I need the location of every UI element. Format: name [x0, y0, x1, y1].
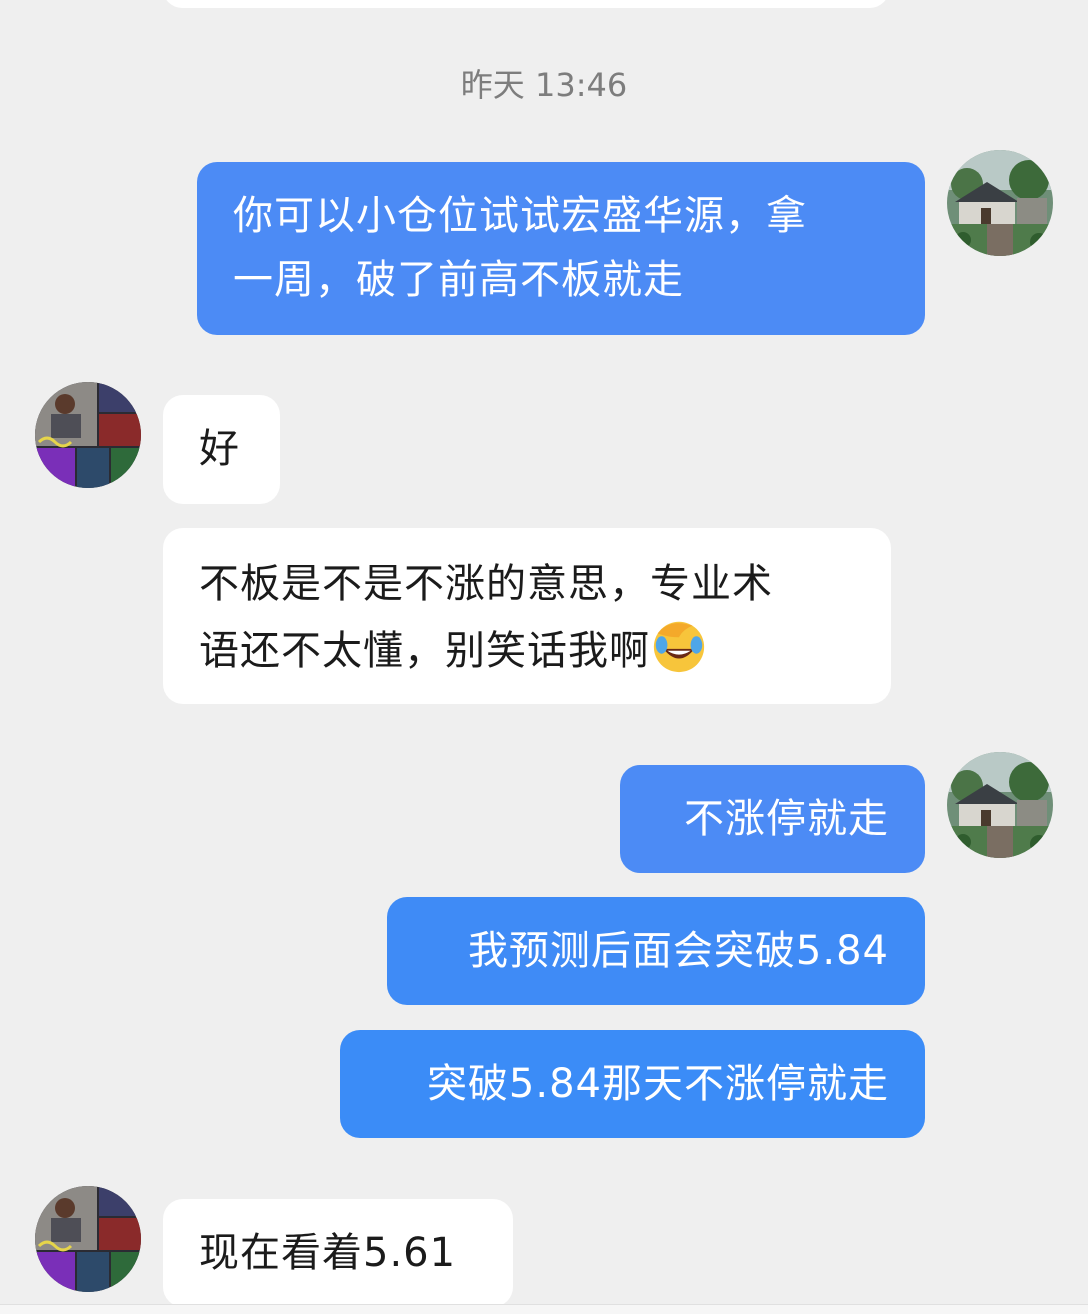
- message-text-line: 语还不太懂，别笑话我啊: [199, 628, 650, 674]
- message-text: 好: [199, 426, 240, 472]
- self-avatar[interactable]: [947, 752, 1053, 858]
- message-bubble-outgoing[interactable]: 不涨停就走: [620, 765, 925, 873]
- message-text-line: 不板是不是不涨的意思，专业术: [199, 561, 773, 607]
- message-timestamp: 昨天 13:46: [460, 66, 628, 104]
- message-bubble-incoming[interactable]: 好: [163, 395, 280, 504]
- face-palm-laughing-emoji-icon: [653, 621, 705, 673]
- message-text-line: 你可以小仓位试试宏盛华源，拿: [233, 193, 807, 239]
- previous-message-bubble[interactable]: [163, 0, 889, 8]
- message-bubble-incoming[interactable]: 不板是不是不涨的意思，专业术 语还不太懂，别笑话我啊: [163, 528, 891, 704]
- landscape-village-avatar-icon: [947, 752, 1053, 858]
- message-text: 突破5.84那天不涨停就走: [426, 1061, 889, 1107]
- message-bubble-outgoing[interactable]: 你可以小仓位试试宏盛华源，拿 一周，破了前高不板就走: [197, 162, 925, 335]
- message-text-line-with-emoji: 语还不太懂，别笑话我啊: [199, 616, 855, 683]
- message-bubble-outgoing[interactable]: 我预测后面会突破5.84: [387, 897, 925, 1005]
- message-text: 现在看着5.61: [199, 1230, 457, 1276]
- photo-collage-avatar-icon: [35, 382, 141, 488]
- landscape-village-avatar-icon: [947, 150, 1053, 256]
- message-bubble-outgoing[interactable]: 突破5.84那天不涨停就走: [340, 1030, 925, 1138]
- message-text: 我预测后面会突破5.84: [467, 928, 889, 974]
- self-avatar[interactable]: [947, 150, 1053, 256]
- message-text-line: 一周，破了前高不板就走: [233, 257, 684, 303]
- message-text: 不涨停就走: [684, 796, 889, 842]
- contact-avatar[interactable]: [35, 382, 141, 488]
- photo-collage-avatar-icon: [35, 1186, 141, 1292]
- message-bubble-incoming[interactable]: 现在看着5.61: [163, 1199, 513, 1307]
- contact-avatar[interactable]: [35, 1186, 141, 1292]
- bottom-divider: [0, 1304, 1088, 1314]
